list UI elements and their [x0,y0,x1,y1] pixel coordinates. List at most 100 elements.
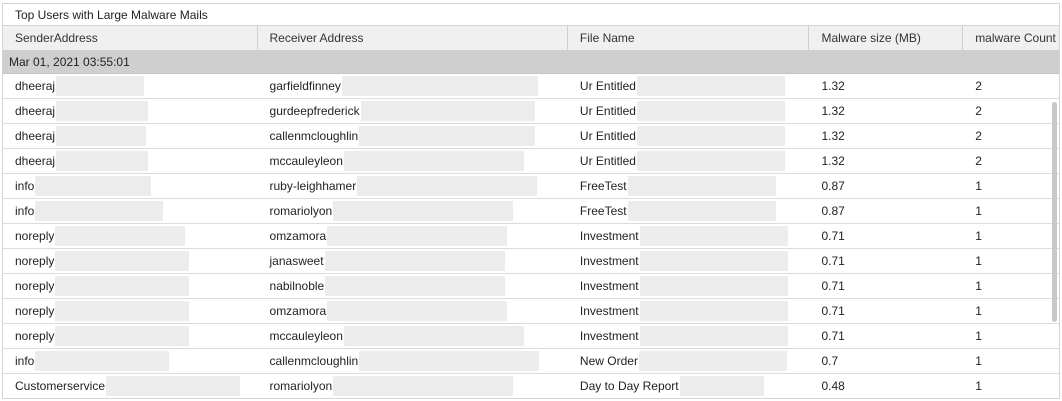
file-name-cell: Ur Entitled [568,99,810,123]
redacted-sender-domain [35,351,170,371]
malware-count-cell: 1 [963,249,1059,273]
sender-address-cell-text: noreply [15,279,55,293]
malware-size-cell: 0.48 [809,374,963,398]
receiver-address-cell: callenmcloughlin [258,124,568,148]
malware-mails-panel: Top Users with Large Malware Mails Sende… [2,3,1060,399]
receiver-address-cell-text: gurdeepfrederick [269,104,360,118]
receiver-address-cell: omzamora [258,224,568,248]
malware-count-cell-text: 1 [975,279,982,293]
file-name-cell: FreeTest [568,174,810,198]
table-row[interactable]: info romariolyon FreeTest 0.87 1 [3,199,1059,224]
sender-address-cell: dheeraj [3,149,258,173]
sender-address-cell: noreply [3,224,258,248]
malware-count-cell: 2 [963,124,1059,148]
malware-size-cell-text: 1.32 [821,104,845,118]
malware-size-cell-text: 0.71 [821,254,845,268]
sender-address-cell: info [3,199,258,223]
sender-address-cell: dheeraj [3,99,258,123]
table-row[interactable]: info ruby-leighhamer FreeTest 0.87 1 [3,174,1059,199]
sender-address-cell: info [3,349,258,373]
panel-title: Top Users with Large Malware Mails [3,4,1059,26]
receiver-address-cell-text: ruby-leighhamer [269,179,357,193]
receiver-address-cell-text: janasweet [269,254,324,268]
file-name-cell: Ur Entitled [568,74,810,98]
malware-table: SenderAddress Receiver Address File Name… [3,26,1059,398]
table-row[interactable]: dheeraj garfieldfinney Ur Entitled 1.32 2 [3,74,1059,99]
redacted-receiver-domain [359,126,536,146]
table-row[interactable]: noreply janasweet Investment 0.71 1 [3,249,1059,274]
file-name-cell: Ur Entitled [568,149,810,173]
table-row[interactable]: dheeraj gurdeepfrederick Ur Entitled 1.32 2 [3,99,1059,124]
malware-size-cell: 0.87 [809,199,963,223]
sender-address-cell-text: noreply [15,304,55,318]
redacted-receiver-domain [359,351,540,371]
file-name-cell: Investment [568,299,810,323]
malware-count-cell: 1 [963,224,1059,248]
redacted-sender-domain [55,226,186,246]
redacted-file-extension [636,101,785,121]
redacted-sender-domain [55,301,190,321]
file-name-cell: Ur Entitled [568,124,810,148]
redacted-file-extension [639,276,788,296]
file-name-cell-text: Investment [579,329,639,343]
file-name-cell: Investment [568,324,810,348]
malware-count-cell: 1 [963,174,1059,198]
vertical-scrollbar[interactable] [1052,102,1057,322]
receiver-address-cell: romariolyon [258,199,568,223]
malware-size-cell: 1.32 [809,149,963,173]
file-name-cell-text: FreeTest [579,204,627,218]
receiver-address-cell-text: callenmcloughlin [269,354,359,368]
malware-size-cell-text: 0.71 [821,229,845,243]
receiver-address-cell: janasweet [258,249,568,273]
table-row[interactable]: info callenmcloughlin New Order 0.7 1 [3,349,1059,374]
malware-size-cell: 0.71 [809,324,963,348]
file-name-cell: Day to Day Report [568,374,810,398]
malware-count-cell-text: 2 [975,129,982,143]
table-row[interactable]: Customerservice romariolyon Day to Day Rep… [3,374,1059,398]
malware-size-cell: 0.71 [809,299,963,323]
malware-count-cell-text: 1 [975,329,982,343]
malware-count-cell: 1 [963,274,1059,298]
redacted-sender-domain [35,201,164,221]
redacted-file-extension [679,376,764,396]
malware-count-cell: 1 [963,299,1059,323]
receiver-address-cell: mccauleyleon [258,324,568,348]
table-row[interactable]: noreply omzamora Investment 0.71 1 [3,299,1059,324]
receiver-address-cell: omzamora [258,299,568,323]
table-row[interactable]: dheeraj callenmcloughlin Ur Entitled 1.32 2 [3,124,1059,149]
table-row[interactable]: noreply mccauleyleon Investment 0.71 1 [3,324,1059,349]
malware-count-cell-text: 2 [975,79,982,93]
malware-count-cell-text: 1 [975,229,982,243]
malware-count-cell-text: 1 [975,304,982,318]
malware-size-cell-text: 0.71 [821,304,845,318]
column-header-file-name[interactable]: File Name [568,26,810,50]
redacted-receiver-domain [343,326,524,346]
file-name-cell-text: FreeTest [579,179,627,193]
receiver-address-cell: mccauleyleon [258,149,568,173]
file-name-cell-text: Investment [579,304,639,318]
file-name-cell: FreeTest [568,199,810,223]
redacted-sender-domain [55,251,190,271]
malware-size-cell-text: 0.7 [821,354,839,368]
table-row[interactable]: noreply nabilnoble Investment 0.71 1 [3,274,1059,299]
malware-size-cell: 0.71 [809,274,963,298]
table-row[interactable]: noreply omzamora Investment 0.71 1 [3,224,1059,249]
column-header-sender-address[interactable]: SenderAddress [3,26,258,50]
group-row-timestamp[interactable]: Mar 01, 2021 03:55:01 [3,51,1059,74]
receiver-address-cell-text: mccauleyleon [269,329,343,343]
redacted-sender-domain [56,126,147,146]
file-name-cell-text: Investment [579,279,639,293]
redacted-sender-domain [55,326,190,346]
column-header-receiver-address[interactable]: Receiver Address [258,26,568,50]
column-header-malware-size[interactable]: Malware size (MB) [809,26,964,50]
table-row[interactable]: dheeraj mccauleyleon Ur Entitled 1.32 2 [3,149,1059,174]
file-name-cell: Investment [568,224,810,248]
malware-count-cell-text: 1 [975,179,982,193]
malware-size-cell-text: 1.32 [821,129,845,143]
sender-address-cell-text: Customerservice [15,379,106,393]
redacted-receiver-domain [333,201,514,221]
sender-address-cell-text: dheeraj [15,129,56,143]
malware-count-cell-text: 1 [975,379,982,393]
column-header-malware-count[interactable]: malware Count [963,26,1059,50]
table-body: dheeraj garfieldfinney Ur Entitled 1.32 2 dhe… [3,74,1059,398]
